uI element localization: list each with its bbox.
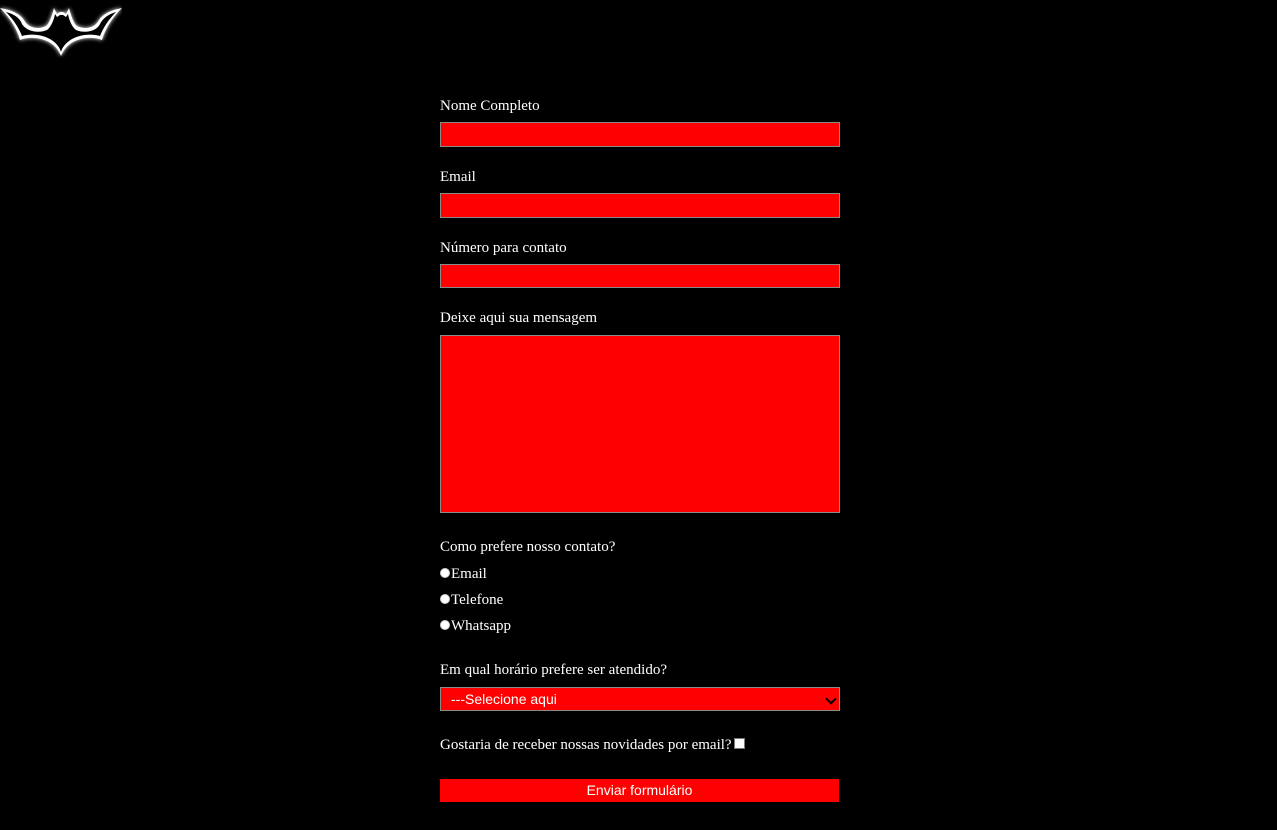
radio-label: Email	[451, 566, 487, 582]
batman-logo-icon	[0, 8, 122, 56]
email-input[interactable]	[440, 193, 840, 218]
contact-pref-label: Como prefere nosso contato?	[440, 539, 616, 555]
radio-button[interactable]	[440, 620, 450, 631]
submit-button[interactable]: Enviar formulário	[440, 779, 839, 802]
name-label: Nome Completo	[440, 98, 540, 114]
message-label: Deixe aqui sua mensagem	[440, 310, 598, 326]
radio-option-telefone[interactable]: Telefone	[440, 591, 503, 609]
email-label: Email	[440, 169, 476, 185]
radio-button[interactable]	[440, 568, 450, 579]
newsletter-label: Gostaria de receber nossas novidades por…	[440, 737, 732, 753]
radio-button[interactable]	[440, 594, 450, 605]
name-input[interactable]	[440, 122, 840, 147]
radio-option-email[interactable]: Email	[440, 565, 487, 583]
newsletter-checkbox[interactable]	[733, 738, 745, 750]
newsletter-row: Gostaria de receber nossas novidades por…	[440, 736, 745, 754]
schedule-select[interactable]: ---Selecione aqui	[440, 687, 840, 711]
radio-label: Telefone	[451, 592, 504, 608]
phone-label: Número para contato	[440, 240, 567, 256]
phone-input[interactable]	[440, 264, 840, 288]
chevron-down-icon	[825, 693, 837, 705]
page: Nome Completo Email Número para contato …	[0, 0, 1277, 830]
radio-option-whatsapp[interactable]: Whatsapp	[440, 617, 511, 635]
schedule-selected-value: ---Selecione aqui	[451, 691, 557, 707]
message-textarea[interactable]	[440, 335, 840, 513]
schedule-label: Em qual horário prefere ser atendido?	[440, 662, 667, 678]
radio-label: Whatsapp	[451, 618, 511, 634]
